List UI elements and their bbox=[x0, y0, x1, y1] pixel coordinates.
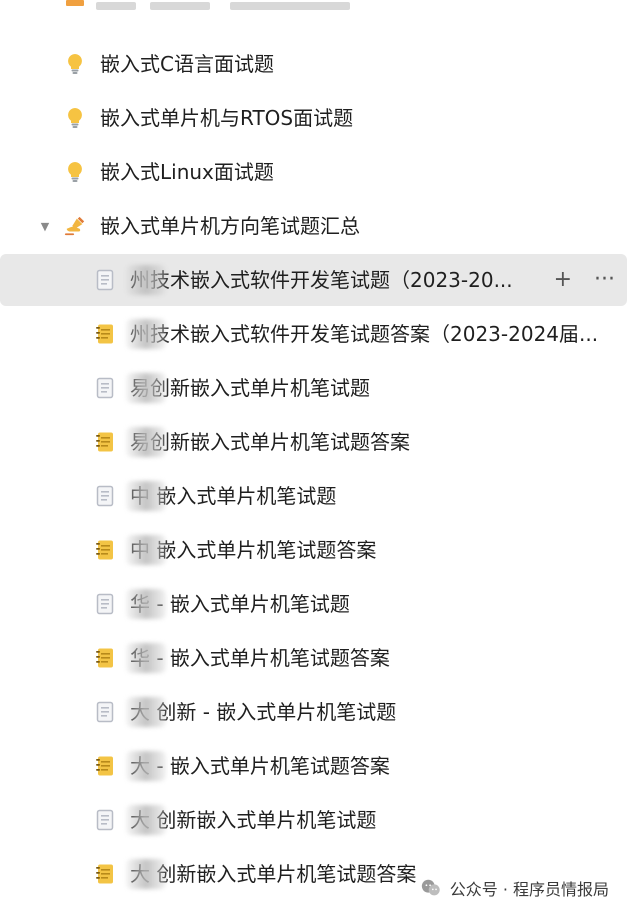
tree-subitem[interactable]: 易创新嵌入式单片机笔试题 bbox=[0, 362, 627, 414]
tree-item-label: 嵌入式Linux面试题 bbox=[100, 160, 274, 184]
notebook-icon bbox=[94, 755, 116, 777]
tree-item-label: 大 - 嵌入式单片机笔试题答案 bbox=[130, 754, 390, 778]
tree-subitem[interactable]: 易创新嵌入式单片机笔试题答案 bbox=[0, 416, 627, 468]
notebook-icon bbox=[94, 647, 116, 669]
tree-subitem[interactable]: 大 创新嵌入式单片机笔试题 bbox=[0, 794, 627, 846]
redaction-blur bbox=[126, 373, 166, 403]
tree-item-label: 易创新嵌入式单片机笔试题 bbox=[130, 376, 370, 400]
notebook-icon bbox=[94, 863, 116, 885]
tree-item[interactable]: 嵌入式Linux面试题 bbox=[0, 146, 627, 198]
tree-item-label: 华 - 嵌入式单片机笔试题答案 bbox=[130, 646, 390, 670]
redaction-blur bbox=[126, 589, 166, 619]
tree-subitem[interactable]: 华 - 嵌入式单片机笔试题答案 bbox=[0, 632, 627, 684]
document-icon bbox=[94, 485, 116, 507]
writing-hand-icon bbox=[64, 215, 86, 237]
tree-subitem[interactable]: 大 创新 - 嵌入式单片机笔试题 bbox=[0, 686, 627, 738]
tree-item-label: 中 嵌入式单片机笔试题答案 bbox=[130, 538, 377, 562]
document-icon bbox=[94, 809, 116, 831]
tree-subitem[interactable]: 中 嵌入式单片机笔试题 bbox=[0, 470, 627, 522]
redaction-blur bbox=[126, 481, 166, 511]
notebook-icon bbox=[94, 323, 116, 345]
add-child-button[interactable]: + bbox=[554, 269, 572, 291]
redaction-blur bbox=[126, 697, 166, 727]
redaction-blur bbox=[126, 265, 166, 295]
cut-off-text bbox=[230, 2, 350, 10]
tree-item-label: 嵌入式单片机与RTOS面试题 bbox=[100, 106, 354, 130]
watermark: 公众号 · 程序员情报局 bbox=[420, 871, 609, 905]
redaction-blur bbox=[126, 643, 166, 673]
row-actions: + ··· bbox=[554, 254, 615, 306]
tree-item-label: 嵌入式单片机方向笔试题汇总 bbox=[100, 214, 360, 238]
tree-subitem[interactable]: 中 嵌入式单片机笔试题答案 bbox=[0, 524, 627, 576]
sidebar-tree: 嵌入式C语言面试题嵌入式单片机与RTOS面试题 嵌入式Linux面试题 ▼ 嵌入式单片… bbox=[0, 0, 627, 915]
cut-off-icon bbox=[66, 0, 84, 6]
document-icon bbox=[94, 593, 116, 615]
bulb-icon bbox=[64, 107, 86, 129]
cut-off-text bbox=[150, 2, 210, 10]
expand-arrow-icon[interactable]: ▼ bbox=[39, 220, 51, 233]
notebook-icon bbox=[94, 431, 116, 453]
bulb-icon bbox=[64, 161, 86, 183]
tree-subitem[interactable]: 州技术嵌入式软件开发笔试题（2023-20... + ··· bbox=[0, 254, 627, 306]
tree-subitem[interactable]: 州技术嵌入式软件开发笔试题答案（2023-2024届... bbox=[0, 308, 627, 360]
tree-subitem[interactable]: 大 - 嵌入式单片机笔试题答案 bbox=[0, 740, 627, 792]
redaction-blur bbox=[126, 859, 166, 889]
tree-item-label: 嵌入式C语言面试题 bbox=[100, 52, 274, 76]
tree-item-label: 大 创新 - 嵌入式单片机笔试题 bbox=[130, 700, 397, 724]
wechat-icon bbox=[421, 879, 440, 896]
redaction-blur bbox=[126, 805, 166, 835]
cut-off-text bbox=[96, 2, 136, 10]
notebook-icon bbox=[94, 539, 116, 561]
document-icon bbox=[94, 377, 116, 399]
tree-item[interactable]: 嵌入式单片机与RTOS面试题 bbox=[0, 92, 627, 144]
tree-item[interactable]: 嵌入式C语言面试题 bbox=[0, 38, 627, 90]
redaction-blur bbox=[126, 535, 166, 565]
tree-item-label: 大 创新嵌入式单片机笔试题答案 bbox=[130, 862, 417, 886]
document-icon bbox=[94, 269, 116, 291]
tree-item[interactable]: ▼ 嵌入式单片机方向笔试题汇总 bbox=[0, 200, 627, 252]
watermark-text: 公众号 · 程序员情报局 bbox=[449, 880, 609, 899]
tree-subitem[interactable]: 华 - 嵌入式单片机笔试题 bbox=[0, 578, 627, 630]
redaction-blur bbox=[126, 319, 166, 349]
tree-item-label: 大 创新嵌入式单片机笔试题 bbox=[130, 808, 377, 832]
bulb-icon bbox=[64, 53, 86, 75]
more-options-button[interactable]: ··· bbox=[594, 269, 615, 291]
document-icon bbox=[94, 701, 116, 723]
tree-item-label: 州技术嵌入式软件开发笔试题答案（2023-2024届... bbox=[130, 322, 599, 346]
cut-off-row bbox=[0, 0, 627, 14]
redaction-blur bbox=[126, 751, 166, 781]
tree-item-label: 易创新嵌入式单片机笔试题答案 bbox=[130, 430, 410, 454]
redaction-blur bbox=[126, 427, 166, 457]
tree-item-label: 州技术嵌入式软件开发笔试题（2023-20... bbox=[130, 268, 513, 292]
